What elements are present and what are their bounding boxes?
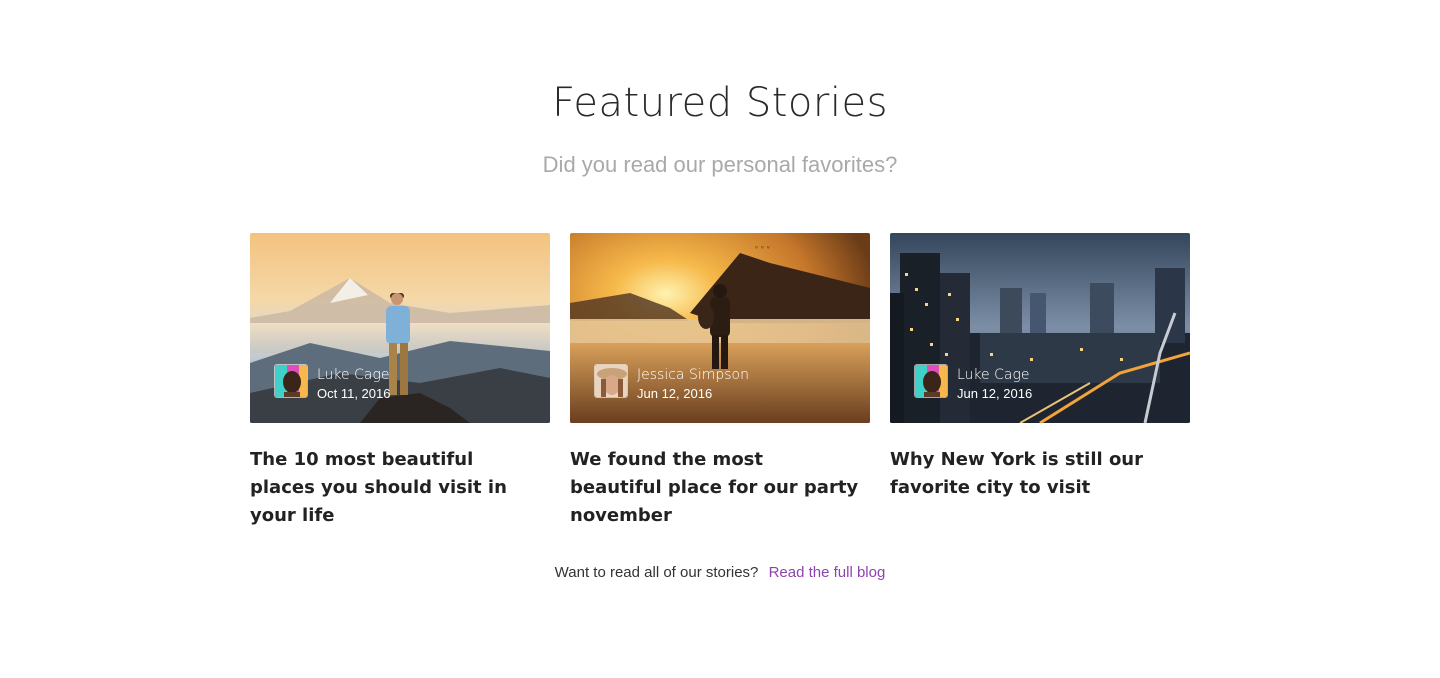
author-avatar[interactable] — [594, 364, 628, 398]
featured-stories-section: Featured Stories Did you read our person… — [0, 0, 1440, 678]
avatar-image — [915, 365, 947, 397]
footer-text: Want to read all of our stories? — [554, 564, 759, 581]
story-card: Luke Cage Oct 11, 2016 The 10 most beaut… — [250, 233, 550, 526]
author-avatar[interactable] — [914, 364, 948, 398]
post-date: Jun 12, 2016 — [957, 386, 1033, 401]
author-name[interactable]: Luke Cage — [957, 367, 1029, 383]
post-date: Oct 11, 2016 — [317, 386, 391, 401]
story-image-city[interactable]: Luke Cage Jun 12, 2016 — [890, 233, 1190, 423]
svg-text:ᵛ ᵛ ᵛ: ᵛ ᵛ ᵛ — [755, 244, 770, 253]
avatar-image — [595, 365, 627, 397]
read-full-blog-link[interactable]: Read the full blog — [769, 564, 886, 581]
story-cards: Luke Cage Oct 11, 2016 The 10 most beaut… — [250, 233, 1190, 526]
blog-footer: Want to read all of our stories? Read th… — [0, 564, 1440, 581]
avatar-image — [275, 365, 307, 397]
author-name[interactable]: Luke Cage — [317, 367, 389, 383]
story-image-mountain[interactable]: Luke Cage Oct 11, 2016 — [250, 233, 550, 423]
author-name[interactable]: Jessica Simpson — [637, 367, 749, 383]
section-title: Featured Stories — [552, 80, 888, 126]
post-date: Jun 12, 2016 — [637, 386, 713, 401]
story-title[interactable]: Why New York is still our favorite city … — [890, 446, 1180, 502]
story-title[interactable]: We found the most beautiful place for ou… — [570, 446, 860, 530]
story-image-beach[interactable]: ᵛ ᵛ ᵛ Jessica Simpson Jun 12, 2016 — [570, 233, 870, 423]
story-title[interactable]: The 10 most beautiful places you should … — [250, 446, 540, 530]
author-avatar[interactable] — [274, 364, 308, 398]
story-card: ᵛ ᵛ ᵛ Jessica Simpson Jun 12, 2016 We fo… — [570, 233, 870, 526]
story-card: Luke Cage Jun 12, 2016 Why New York is s… — [890, 233, 1190, 498]
section-subtitle: Did you read our personal favorites? — [542, 152, 898, 177]
